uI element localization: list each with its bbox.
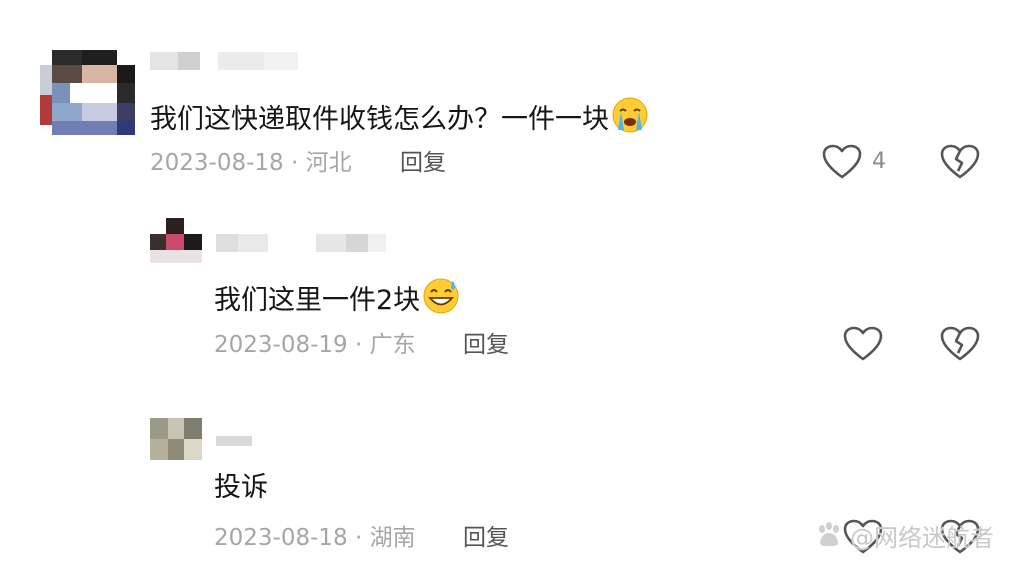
meta-separator: · <box>354 525 363 551</box>
comment-text: 我们这快递取件收钱怎么办？一件一块 <box>150 96 649 143</box>
grinning-face-with-sweat-icon <box>422 277 460 324</box>
heart-icon <box>822 144 862 179</box>
paw-icon <box>819 522 839 547</box>
like-count: 4 <box>872 149 886 174</box>
comment-text: 我们这里一件2块 <box>214 277 460 324</box>
avatar[interactable] <box>150 418 202 460</box>
username-blurred[interactable] <box>216 234 406 252</box>
broken-heart-icon <box>940 326 980 361</box>
broken-heart-icon <box>940 144 980 179</box>
meta-separator: · <box>290 150 299 176</box>
comment-meta: 2023-08-19 · 广东 <box>214 331 416 359</box>
comment-meta: 2023-08-18 · 河北 <box>150 149 352 177</box>
reply-button[interactable]: 回复 <box>463 524 509 552</box>
watermark: @网络迷航者 <box>814 519 994 552</box>
dislike-button[interactable] <box>940 144 980 184</box>
like-button[interactable] <box>843 326 883 362</box>
meta-separator: · <box>354 332 363 358</box>
comment-date: 2023-08-19 <box>214 332 348 358</box>
avatar[interactable] <box>150 218 202 263</box>
like-button[interactable]: 4 <box>822 144 886 180</box>
username-blurred[interactable] <box>150 52 310 70</box>
watermark-text: @网络迷航者 <box>850 523 994 552</box>
username-blurred[interactable] <box>216 434 256 452</box>
avatar[interactable] <box>40 50 135 135</box>
comment-body: 我们这里一件2块 <box>214 285 421 316</box>
comment-region: 河北 <box>305 150 352 176</box>
comment-date: 2023-08-18 <box>214 525 348 551</box>
heart-icon <box>843 326 883 361</box>
comment-body: 投诉 <box>214 472 268 503</box>
comment-text: 投诉 <box>214 471 268 505</box>
loudly-crying-face-icon <box>611 96 649 143</box>
reply-button[interactable]: 回复 <box>463 331 509 359</box>
dislike-button[interactable] <box>940 326 980 366</box>
comment-region: 广东 <box>369 332 416 358</box>
reply-button[interactable]: 回复 <box>400 149 446 177</box>
comment-body: 我们这快递取件收钱怎么办？一件一块 <box>150 104 609 135</box>
comment-date: 2023-08-18 <box>150 150 284 176</box>
comment-meta: 2023-08-18 · 湖南 <box>214 524 416 552</box>
comment-region: 湖南 <box>369 525 416 551</box>
